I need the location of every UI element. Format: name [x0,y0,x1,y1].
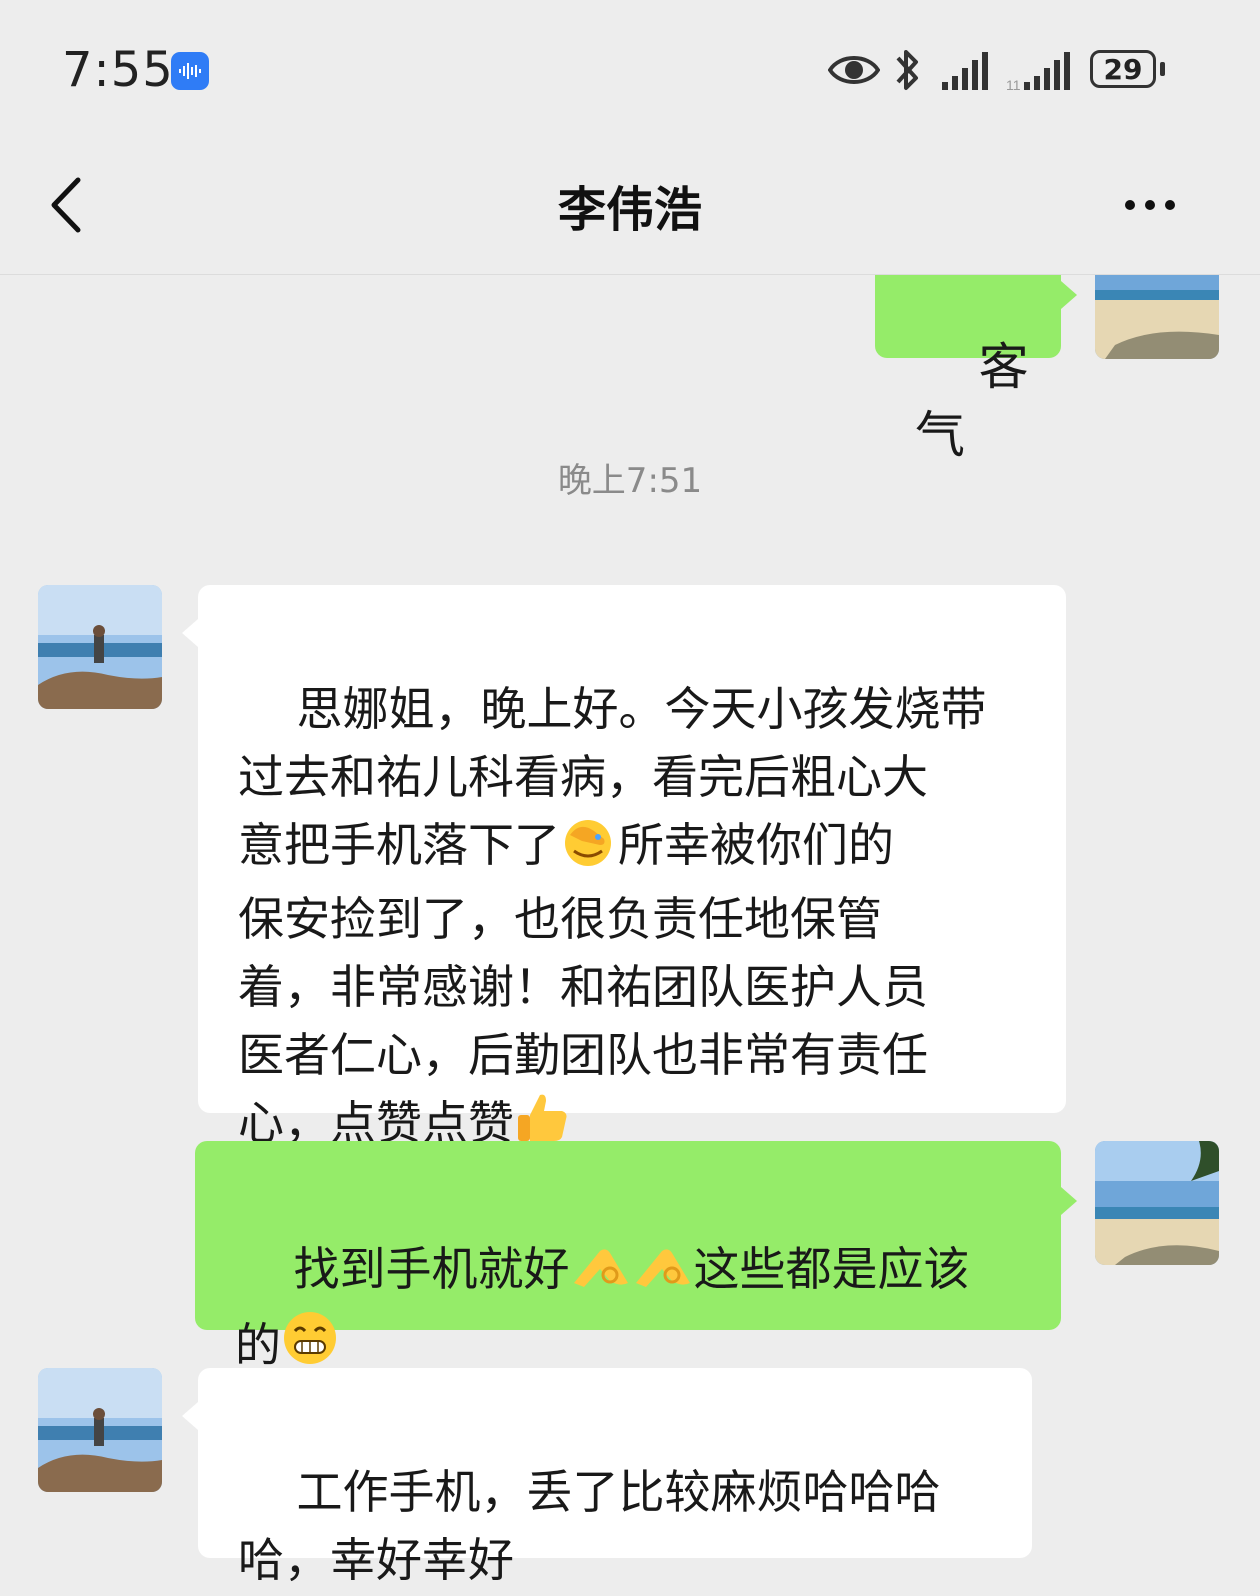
ok-hand-emoji [570,1241,632,1309]
bubble-tail [1061,1187,1077,1215]
bubble-tail [182,619,198,647]
signal-icon: 11 [1006,52,1070,93]
chat-title: 李伟浩 [557,182,702,238]
eye-icon [828,56,880,84]
signal-icon [942,52,988,90]
message-timestamp: 晚上7:51 [557,461,703,501]
voice-assistant-icon [171,52,209,90]
status-time: 7:55 [62,42,174,98]
battery-indicator: 29 [1090,50,1156,88]
message-bubble-received[interactable]: 工作手机，丢了比较麻烦哈哈哈 哈，幸好幸好 [198,1368,1032,1587]
bubble-tail [182,1402,198,1430]
more-button[interactable] [1110,180,1190,230]
battery-tip [1160,62,1165,76]
chat-header: 李伟浩 [0,140,1260,275]
my-avatar[interactable] [1095,1141,1219,1265]
facepalm-emoji [560,815,618,885]
status-bar: 7:55 11 29 [0,0,1260,140]
more-icon [1125,200,1175,210]
contact-avatar[interactable] [38,1368,162,1492]
message-list[interactable]: 客气 晚上7:51 思娜姐，晚上好。今天小孩发烧带 过去和祐儿科看病，看完后粗心… [0,275,1260,1596]
message-bubble-sent[interactable]: 找到手机就好 这些都是应该 的 [195,1141,1061,1372]
contact-avatar[interactable] [38,585,162,709]
ok-hand-emoji [632,1241,694,1309]
message-text: 客气 [915,338,1029,464]
message-text: 找到手机就好 [293,1242,570,1296]
my-avatar[interactable] [1095,275,1219,359]
message-text: 工作手机，丢了比较麻烦哈哈哈 哈，幸好幸好 [238,1465,941,1587]
message-bubble-sent[interactable]: 客气 [875,275,1061,464]
bluetooth-icon [896,50,918,90]
message-bubble-received[interactable]: 思娜姐，晚上好。今天小孩发烧带 过去和祐儿科看病，看完后粗心大 意把手机落下了所… [198,585,1066,1150]
bubble-tail [1061,281,1077,309]
svg-text:11: 11 [1006,77,1021,93]
